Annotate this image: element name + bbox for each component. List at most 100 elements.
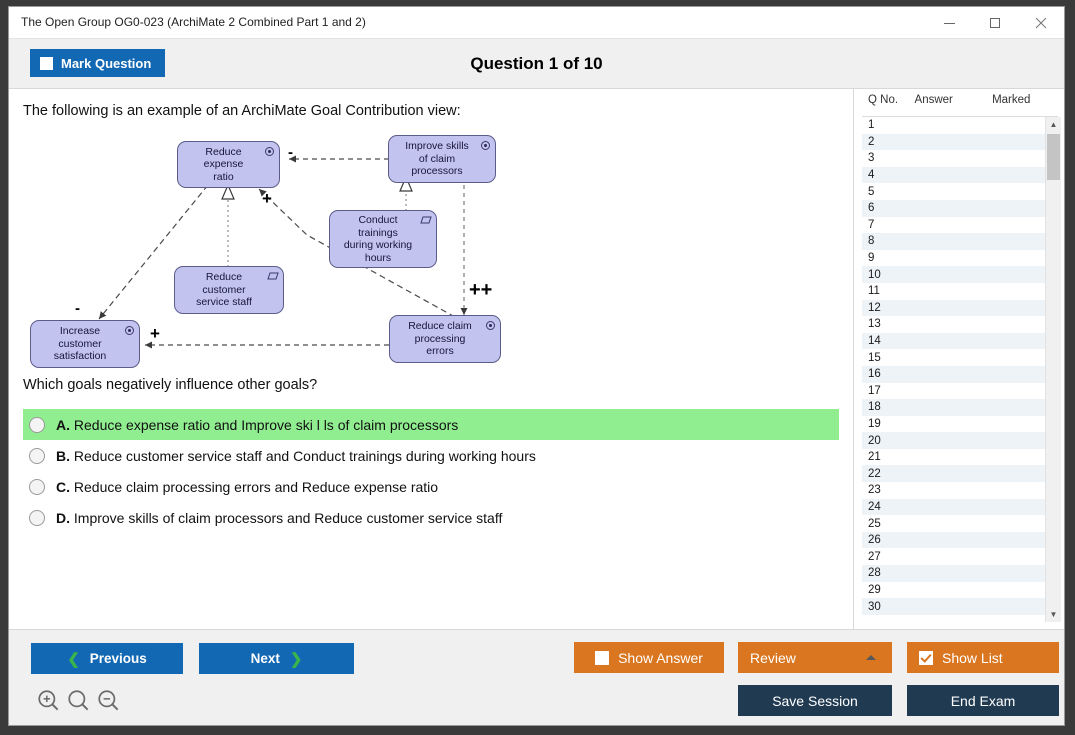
- zoom-out-icon[interactable]: [94, 688, 124, 714]
- influence-label-plus-errors-to-satisfaction: +: [150, 324, 160, 343]
- question-list-row[interactable]: 30: [862, 598, 1058, 615]
- question-list-scrollbar[interactable]: ▲ ▼: [1045, 117, 1061, 622]
- question-list-panel: Q No. Answer Marked 1 2 3 4 5 6 7 8 9 10 11 12 13 14 1…: [855, 89, 1064, 629]
- question-number-cell: 19: [868, 417, 881, 430]
- question-list-row[interactable]: 14: [862, 332, 1058, 350]
- question-list-row[interactable]: 23: [862, 482, 1058, 499]
- question-list-row[interactable]: 2: [862, 133, 1058, 151]
- radio-icon[interactable]: [29, 509, 45, 526]
- show-answer-label: Show Answer: [618, 649, 703, 666]
- question-list-row[interactable]: 17: [862, 383, 1058, 400]
- question-number-cell: 16: [868, 368, 881, 381]
- answer-option-text: B. Reduce customer service staff and Con…: [56, 448, 536, 464]
- question-list-row[interactable]: 26: [862, 531, 1058, 549]
- question-list-row[interactable]: 5: [862, 183, 1058, 200]
- answer-option-a[interactable]: A. Reduce expense ratio and Improve ski …: [23, 409, 839, 440]
- review-dropdown-button[interactable]: Review: [738, 642, 892, 673]
- scrollbar-thumb[interactable]: [1047, 134, 1060, 180]
- show-answer-checkbox-icon: [595, 650, 610, 665]
- question-list-row[interactable]: 20: [862, 432, 1058, 449]
- question-list-row[interactable]: 24: [862, 498, 1058, 516]
- question-list-row[interactable]: 11: [862, 283, 1058, 300]
- chevron-up-icon: [866, 655, 876, 660]
- question-list-row[interactable]: 28: [862, 565, 1058, 582]
- scroll-up-icon[interactable]: ▲: [1046, 117, 1061, 132]
- previous-label: Previous: [89, 651, 147, 666]
- previous-button[interactable]: ❮ Previous: [31, 643, 183, 674]
- question-list-row[interactable]: 19: [862, 416, 1058, 433]
- question-number-cell: 21: [868, 451, 881, 464]
- answer-option-c[interactable]: C. Reduce claim processing errors and Re…: [23, 471, 839, 502]
- mark-question-label: Mark Question: [61, 55, 152, 71]
- question-number-cell: 4: [868, 169, 875, 182]
- diagram-node-label: Increase customer satisfaction: [53, 325, 107, 363]
- radio-icon[interactable]: [29, 478, 45, 495]
- question-list-rows[interactable]: 1 2 3 4 5 6 7 8 9 10 11 12 13 14 15 16 17 18 19 20 21 22 23 24 2…: [862, 117, 1058, 622]
- goal-icon: [265, 147, 274, 156]
- question-list-row[interactable]: 4: [862, 166, 1058, 184]
- question-list-row[interactable]: 22: [862, 465, 1058, 483]
- question-number-cell: 1: [868, 119, 875, 132]
- minimize-icon: [943, 22, 955, 24]
- answer-options-list: A. Reduce expense ratio and Improve ski …: [23, 409, 839, 533]
- window-controls: [926, 7, 1064, 39]
- diagram-node-increase-customer-satisfaction[interactable]: Increase customer satisfaction: [30, 320, 140, 368]
- show-list-button[interactable]: Show List: [907, 642, 1059, 673]
- zoom-reset-icon[interactable]: [64, 688, 94, 714]
- diagram-node-conduct-trainings[interactable]: Conduct trainings during working hours: [329, 210, 437, 268]
- answer-option-d[interactable]: D. Improve skills of claim processors an…: [23, 502, 839, 533]
- save-session-button[interactable]: Save Session: [738, 685, 892, 716]
- maximize-button[interactable]: [972, 7, 1018, 39]
- diagram-node-reduce-customer-service-staff[interactable]: Reduce customer service staff: [174, 266, 284, 314]
- question-list-row[interactable]: 29: [862, 582, 1058, 599]
- question-list-row[interactable]: 7: [862, 217, 1058, 234]
- bottom-toolbar: ❮ Previous Next ❯ Show Answer Review Sho…: [9, 629, 1064, 725]
- question-list-row[interactable]: 15: [862, 349, 1058, 366]
- question-list-row[interactable]: 9: [862, 250, 1058, 267]
- close-button[interactable]: [1018, 7, 1064, 39]
- goal-icon: [125, 326, 134, 335]
- question-list-row[interactable]: 10: [862, 266, 1058, 283]
- scroll-down-icon[interactable]: ▼: [1046, 607, 1061, 622]
- zoom-controls: [34, 688, 124, 714]
- question-list-row[interactable]: 13: [862, 316, 1058, 333]
- diagram-node-label: Reduce claim processing errors: [408, 320, 472, 358]
- answer-option-text: C. Reduce claim processing errors and Re…: [56, 479, 438, 495]
- show-list-label: Show List: [942, 649, 1003, 666]
- mark-question-button[interactable]: Mark Question: [30, 49, 166, 77]
- show-answer-button[interactable]: Show Answer: [574, 642, 724, 673]
- end-exam-button[interactable]: End Exam: [907, 685, 1059, 716]
- radio-icon[interactable]: [29, 447, 45, 464]
- diagram-node-improve-skills[interactable]: Improve skills of claim processors: [388, 135, 496, 183]
- question-list-row[interactable]: 3: [862, 150, 1058, 167]
- question-content-area: The following is an example of an ArchiM…: [9, 89, 854, 629]
- diagram-node-reduce-expense-ratio[interactable]: Reduce expense ratio: [177, 141, 280, 188]
- answer-option-letter: B.: [56, 447, 70, 464]
- question-list-row[interactable]: 8: [862, 233, 1058, 250]
- question-number-cell: 6: [868, 202, 875, 215]
- answer-option-b[interactable]: B. Reduce customer service staff and Con…: [23, 440, 839, 471]
- question-list-row[interactable]: 6: [862, 199, 1058, 217]
- show-list-checkbox-icon: [919, 650, 933, 665]
- answer-option-letter: D.: [56, 509, 70, 526]
- answer-option-body: Reduce customer service staff and Conduc…: [73, 447, 536, 464]
- column-header-answer: Answer: [914, 94, 953, 106]
- radio-icon[interactable]: [29, 416, 45, 433]
- next-button[interactable]: Next ❯: [199, 643, 354, 674]
- question-number-cell: 2: [868, 135, 875, 148]
- question-number-cell: 23: [868, 484, 881, 497]
- diagram-node-reduce-claim-processing-errors[interactable]: Reduce claim processing errors: [389, 315, 501, 363]
- question-list-row[interactable]: 12: [862, 299, 1058, 317]
- question-list-row[interactable]: 18: [862, 399, 1058, 416]
- question-number-cell: 22: [868, 467, 881, 480]
- question-list-row[interactable]: 25: [862, 515, 1058, 532]
- question-list-row[interactable]: 16: [862, 365, 1058, 383]
- question-list-row[interactable]: 1: [862, 117, 1058, 134]
- question-number-cell: 10: [868, 268, 881, 281]
- zoom-in-icon[interactable]: [34, 688, 64, 714]
- question-list-row[interactable]: 27: [862, 548, 1058, 565]
- minimize-button[interactable]: [926, 7, 972, 39]
- question-number-cell: 13: [868, 318, 881, 331]
- next-label: Next: [250, 651, 280, 666]
- question-list-row[interactable]: 21: [862, 449, 1058, 466]
